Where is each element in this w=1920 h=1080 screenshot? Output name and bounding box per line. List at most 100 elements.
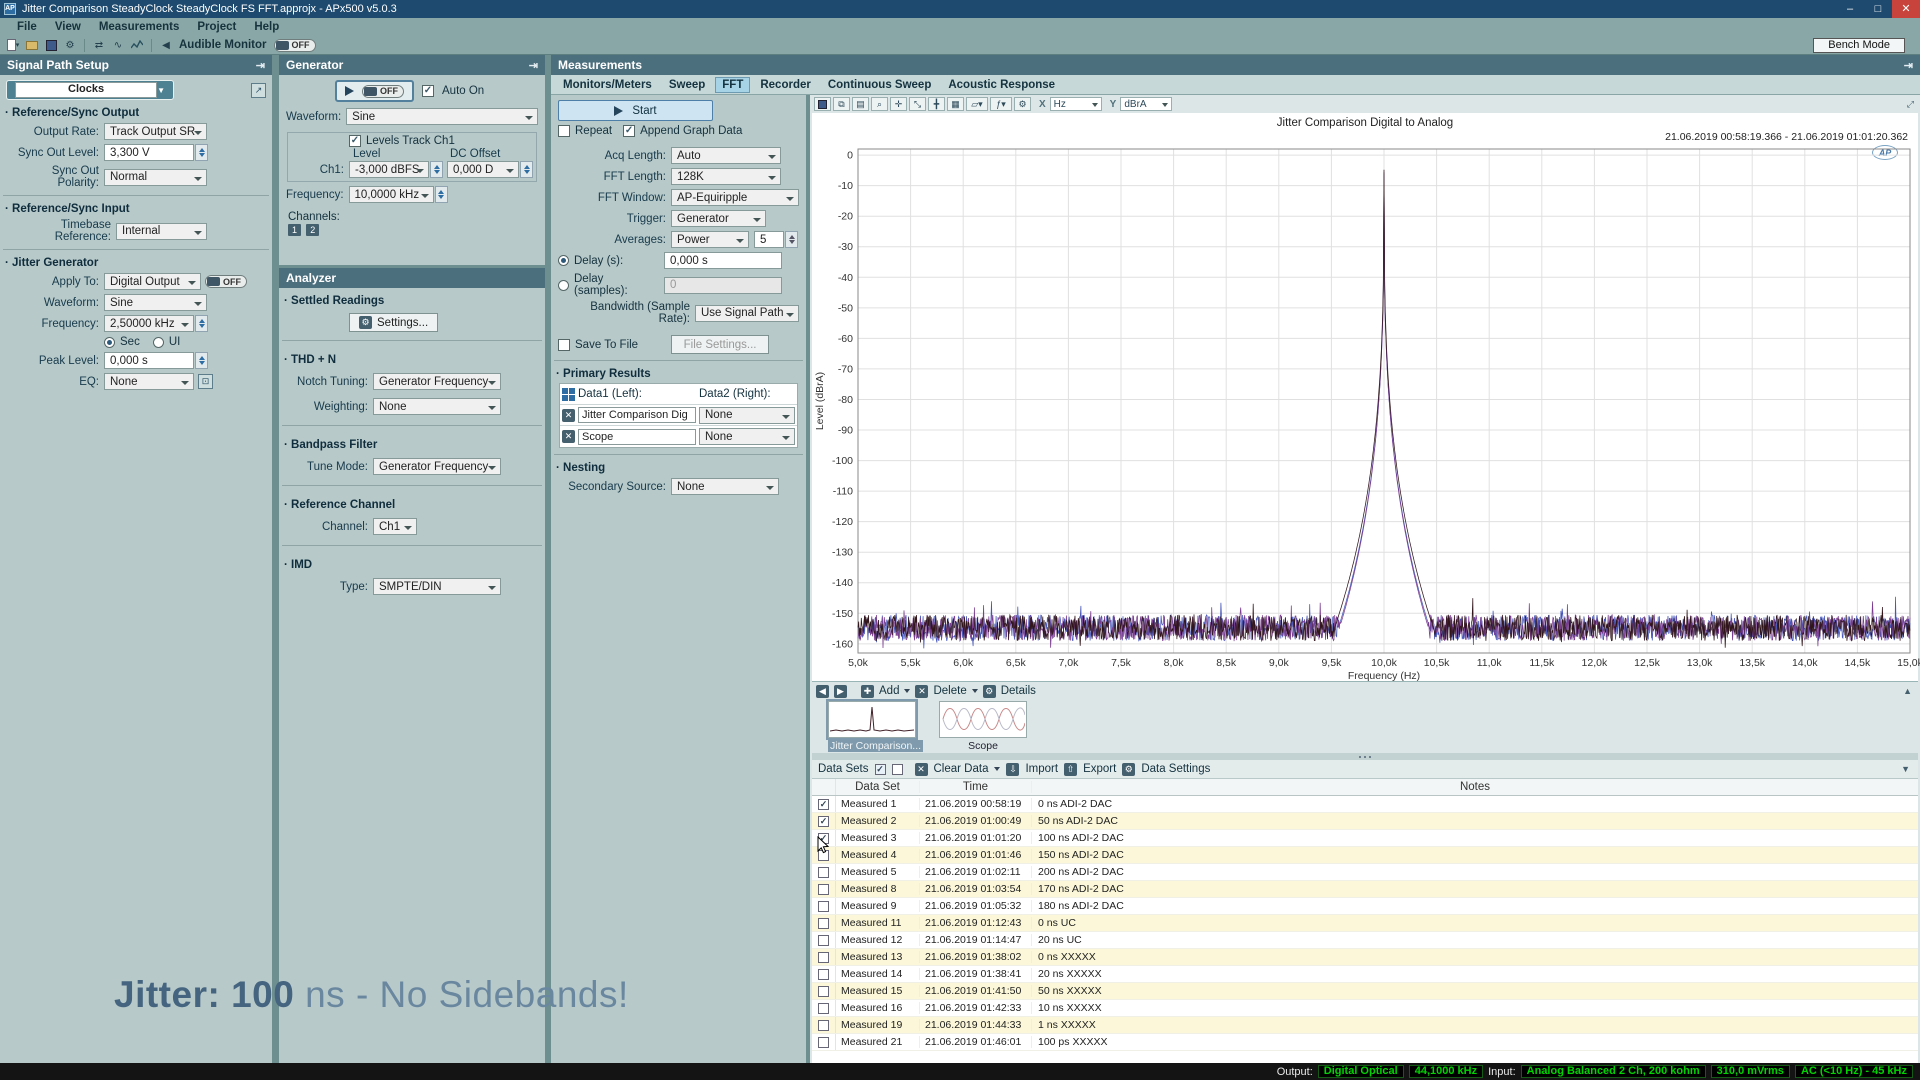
bandwidth-dropdown[interactable]: Use Signal Path (695, 305, 799, 322)
fft-length-dropdown[interactable]: 128K (671, 168, 781, 185)
dc-offset-spinner[interactable] (520, 161, 533, 178)
menu-help[interactable]: Help (245, 21, 288, 33)
open-in-window-icon[interactable]: ↗ (251, 83, 266, 98)
data-settings-label[interactable]: Data Settings (1141, 763, 1210, 775)
sequence-icon[interactable]: ∿ (110, 38, 126, 53)
averages-count-spinner[interactable] (785, 231, 798, 248)
collapse-thumbnails-icon[interactable]: ▲ (1903, 686, 1912, 696)
dataset-checkbox[interactable] (818, 1003, 829, 1014)
table-row[interactable]: Measured 1121.06.2019 01:12:430 ns UC (812, 915, 1918, 932)
jitter-generator-toggle[interactable]: OFF (205, 275, 247, 288)
column-notes[interactable]: Notes (1032, 781, 1918, 793)
graph-zoom-icon[interactable]: ⌕ (871, 97, 888, 111)
sync-out-level-spinner[interactable] (195, 144, 208, 161)
monitor-graph-icon[interactable] (129, 38, 145, 53)
dataset-checkbox[interactable] (818, 867, 829, 878)
graph-settings-gear-icon[interactable]: ⚙ (1014, 97, 1031, 111)
graph-expand-icon[interactable]: ⤢ (1907, 99, 1914, 110)
column-time[interactable]: Time (920, 781, 1032, 793)
panel-splitter[interactable] (812, 753, 1918, 760)
dataset-checkbox[interactable]: ✓ (818, 799, 829, 810)
open-project-icon[interactable] (24, 38, 40, 53)
next-result-icon[interactable]: ▶ (834, 685, 847, 698)
tune-mode-dropdown[interactable]: Generator Frequency (373, 458, 501, 475)
output-rate-dropdown[interactable]: Track Output SR (104, 123, 207, 140)
table-row[interactable]: Measured 1521.06.2019 01:41:5050 ns XXXX… (812, 983, 1918, 1000)
table-row[interactable]: Measured 421.06.2019 01:01:46150 ns ADI-… (812, 847, 1918, 864)
menu-project[interactable]: Project (188, 21, 245, 33)
menu-view[interactable]: View (46, 21, 90, 33)
clear-data-icon[interactable]: ✕ (915, 763, 928, 776)
dataset-checkbox[interactable] (818, 952, 829, 963)
start-button[interactable]: Start (558, 100, 713, 121)
table-row[interactable]: Measured 1221.06.2019 01:14:4720 ns UC (812, 932, 1918, 949)
generator-on-off-button[interactable]: OFF (335, 80, 414, 102)
table-row[interactable]: Measured 1921.06.2019 01:44:331 ns XXXXX (812, 1017, 1918, 1034)
delay-s-radio[interactable] (558, 255, 569, 266)
data-settings-gear-icon[interactable]: ⚙ (1122, 763, 1135, 776)
table-row[interactable]: Measured 1621.06.2019 01:42:3310 ns XXXX… (812, 1000, 1918, 1017)
import-icon[interactable]: ⇩ (1006, 763, 1019, 776)
prev-result-icon[interactable]: ◀ (816, 685, 829, 698)
tab-sweep[interactable]: Sweep (662, 77, 712, 93)
settled-settings-button[interactable]: ⚙Settings... (349, 313, 438, 332)
averages-dropdown[interactable]: Power (671, 231, 749, 248)
delete-result-icon[interactable]: ✕ (915, 685, 928, 698)
delay-samples-radio[interactable] (558, 280, 569, 291)
details-gear-icon[interactable]: ⚙ (983, 685, 996, 698)
table-row[interactable]: Measured 2121.06.2019 01:46:01100 ps XXX… (812, 1034, 1918, 1051)
check-all-icon[interactable]: ✓ (875, 764, 886, 775)
graph-table-icon[interactable]: ▦ (947, 97, 964, 111)
jitter-waveform-dropdown[interactable]: Sine (104, 294, 207, 311)
dataset-checkbox[interactable] (818, 986, 829, 997)
gen-frequency-combo[interactable]: 10,0000 kHz (349, 186, 434, 203)
remove-result-icon[interactable]: ✕ (562, 409, 575, 422)
dataset-checkbox[interactable]: ✓ (818, 816, 829, 827)
tab-monitors-meters[interactable]: Monitors/Meters (556, 77, 659, 93)
table-row[interactable]: Measured 821.06.2019 01:03:54170 ns ADI-… (812, 881, 1918, 898)
gen-waveform-dropdown[interactable]: Sine (346, 108, 538, 125)
ui-radio[interactable] (153, 337, 164, 348)
fft-plot[interactable]: Jitter Comparison Digital to Analog 21.0… (812, 113, 1918, 681)
eq-file-icon[interactable]: ⊡ (198, 374, 213, 389)
graph-fit-icon[interactable]: ⤡ (909, 97, 926, 111)
repeat-checkbox[interactable] (558, 125, 570, 137)
graph-print-icon[interactable]: ▤ (852, 97, 869, 111)
sync-out-polarity-dropdown[interactable]: Normal (104, 169, 207, 186)
export-icon[interactable]: ⇧ (1064, 763, 1077, 776)
save-to-file-checkbox[interactable] (558, 339, 570, 351)
thumbnail-jitter-comparison[interactable]: Jitter Comparison... (828, 701, 923, 752)
table-row[interactable]: ✓Measured 321.06.2019 01:01:20100 ns ADI… (812, 830, 1918, 847)
gen-frequency-spinner[interactable] (435, 186, 448, 203)
data1-result-input[interactable] (578, 429, 696, 445)
ch1-level-combo[interactable]: -3,000 dBFS (349, 161, 429, 178)
minimize-button[interactable]: – (1836, 0, 1864, 18)
column-data-set[interactable]: Data Set (836, 781, 920, 793)
eq-dropdown[interactable]: None (104, 373, 194, 390)
notch-tuning-dropdown[interactable]: Generator Frequency (373, 373, 501, 390)
averages-count-input[interactable]: 5 (754, 231, 784, 248)
table-row[interactable]: Measured 1421.06.2019 01:38:4120 ns XXXX… (812, 966, 1918, 983)
delete-result-label[interactable]: Delete (933, 685, 966, 697)
fft-window-dropdown[interactable]: AP-Equiripple (671, 189, 799, 206)
new-project-icon[interactable]: ▾ (5, 38, 21, 53)
table-row[interactable]: ✓Measured 121.06.2019 00:58:190 ns ADI-2… (812, 796, 1918, 813)
channel-2-button[interactable]: 2 (306, 224, 319, 236)
uncheck-all-icon[interactable] (892, 764, 903, 775)
bench-mode-button[interactable]: Bench Mode (1813, 38, 1905, 53)
y-unit-dropdown[interactable]: dBrA (1120, 97, 1172, 111)
panel-pin-icon[interactable]: ⇥ (256, 59, 265, 72)
generator-off-toggle[interactable]: OFF (362, 85, 404, 98)
graph-save-icon[interactable] (814, 97, 831, 111)
auto-on-checkbox[interactable]: ✓ (422, 85, 434, 97)
save-project-icon[interactable] (43, 38, 59, 53)
delay-s-input[interactable]: 0,000 s (664, 252, 782, 269)
sync-out-level-input[interactable]: 3,300 V (104, 144, 194, 161)
graph-fx-dropdown-icon[interactable]: ƒ▾ (990, 97, 1012, 111)
remove-result-icon[interactable]: ✕ (562, 430, 575, 443)
dc-offset-combo[interactable]: 0,000 D (447, 161, 519, 178)
details-label[interactable]: Details (1001, 685, 1036, 697)
clocks-dropdown-button[interactable]: Clocks▼ (6, 80, 174, 100)
dataset-checkbox[interactable] (818, 1020, 829, 1031)
tab-acoustic-response[interactable]: Acoustic Response (941, 77, 1062, 93)
